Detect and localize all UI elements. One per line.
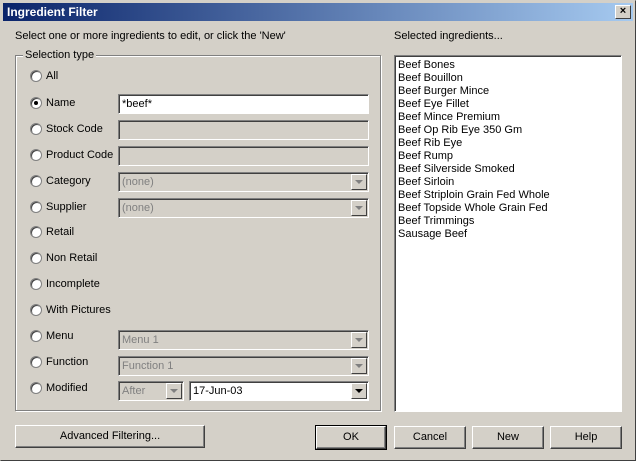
list-item[interactable]: Beef Striploin Grain Fed Whole xyxy=(398,189,618,202)
advanced-filtering-button[interactable]: Advanced Filtering... xyxy=(15,425,205,448)
list-item[interactable]: Beef Op Rib Eye 350 Gm xyxy=(398,124,618,137)
menu-select[interactable]: Menu 1 xyxy=(118,330,369,350)
cancel-button[interactable]: Cancel xyxy=(394,426,466,449)
function-select-value: Function 1 xyxy=(122,360,174,372)
list-item[interactable]: Beef Rump xyxy=(398,150,618,163)
stock-code-input[interactable] xyxy=(118,120,369,140)
list-item[interactable]: Beef Rib Eye xyxy=(398,137,618,150)
radio-all[interactable] xyxy=(30,70,42,82)
radio-label-category[interactable]: Category xyxy=(46,175,91,187)
ingredient-filter-dialog: Ingredient Filter × Select one or more i… xyxy=(0,0,636,461)
list-item[interactable]: Beef Topside Whole Grain Fed xyxy=(398,202,618,215)
chevron-down-icon[interactable] xyxy=(351,358,367,374)
radio-label-retail[interactable]: Retail xyxy=(46,226,74,238)
list-item[interactable]: Beef Sirloin xyxy=(398,176,618,189)
list-item[interactable]: Beef Trimmings xyxy=(398,215,618,228)
ok-button[interactable]: OK xyxy=(315,425,387,450)
category-select[interactable]: (none) xyxy=(118,172,369,192)
modified-date-picker[interactable]: 17-Jun-03 xyxy=(189,381,369,401)
window-title: Ingredient Filter xyxy=(7,5,98,19)
name-input[interactable]: *beef* xyxy=(118,94,369,114)
radio-label-menu[interactable]: Menu xyxy=(46,330,74,342)
radio-retail[interactable] xyxy=(30,226,42,238)
radio-label-with-pictures[interactable]: With Pictures xyxy=(46,304,111,316)
list-item[interactable]: Beef Eye Fillet xyxy=(398,98,618,111)
supplier-select-value: (none) xyxy=(122,202,154,214)
modified-date-value: 17-Jun-03 xyxy=(193,385,243,397)
close-button[interactable]: × xyxy=(615,5,631,19)
selected-ingredients-list[interactable]: Beef Bones Beef Bouillon Beef Burger Min… xyxy=(394,55,622,412)
modified-comparator-select[interactable]: After xyxy=(118,381,184,401)
radio-label-stock-code[interactable]: Stock Code xyxy=(46,123,103,135)
list-item[interactable]: Sausage Beef xyxy=(398,228,618,241)
radio-non-retail[interactable] xyxy=(30,252,42,264)
chevron-down-icon[interactable] xyxy=(351,200,367,216)
radio-function[interactable] xyxy=(30,356,42,368)
radio-label-function[interactable]: Function xyxy=(46,356,88,368)
list-item[interactable]: Beef Mince Premium xyxy=(398,111,618,124)
list-item[interactable]: Beef Bouillon xyxy=(398,72,618,85)
radio-name[interactable] xyxy=(30,97,42,109)
radio-label-all[interactable]: All xyxy=(46,70,58,82)
function-select[interactable]: Function 1 xyxy=(118,356,369,376)
new-button[interactable]: New xyxy=(472,426,544,449)
chevron-down-icon[interactable] xyxy=(351,332,367,348)
category-select-value: (none) xyxy=(122,176,154,188)
radio-label-modified[interactable]: Modified xyxy=(46,382,88,394)
chevron-down-icon[interactable] xyxy=(351,383,367,399)
radio-label-non-retail[interactable]: Non Retail xyxy=(46,252,97,264)
list-item[interactable]: Beef Silverside Smoked xyxy=(398,163,618,176)
radio-label-product-code[interactable]: Product Code xyxy=(46,149,113,161)
radio-menu[interactable] xyxy=(30,330,42,342)
instruction-text: Select one or more ingredients to edit, … xyxy=(15,30,286,42)
help-button[interactable]: Help xyxy=(550,426,622,449)
list-item[interactable]: Beef Bones xyxy=(398,59,618,72)
radio-label-incomplete[interactable]: Incomplete xyxy=(46,278,100,290)
chevron-down-icon[interactable] xyxy=(166,383,182,399)
product-code-input[interactable] xyxy=(118,146,369,166)
radio-supplier[interactable] xyxy=(30,201,42,213)
radio-product-code[interactable] xyxy=(30,149,42,161)
radio-stock-code[interactable] xyxy=(30,123,42,135)
radio-category[interactable] xyxy=(30,175,42,187)
selected-ingredients-label: Selected ingredients... xyxy=(394,30,503,42)
radio-modified[interactable] xyxy=(30,382,42,394)
radio-label-supplier[interactable]: Supplier xyxy=(46,201,86,213)
chevron-down-icon[interactable] xyxy=(351,174,367,190)
menu-select-value: Menu 1 xyxy=(122,334,159,346)
modified-comparator-value: After xyxy=(122,385,146,397)
selection-type-title: Selection type xyxy=(23,49,97,61)
radio-with-pictures[interactable] xyxy=(30,304,42,316)
radio-label-name[interactable]: Name xyxy=(46,97,75,109)
radio-incomplete[interactable] xyxy=(30,278,42,290)
close-icon: × xyxy=(619,5,627,17)
title-bar: Ingredient Filter × xyxy=(3,3,633,21)
supplier-select[interactable]: (none) xyxy=(118,198,369,218)
list-item[interactable]: Beef Burger Mince xyxy=(398,85,618,98)
